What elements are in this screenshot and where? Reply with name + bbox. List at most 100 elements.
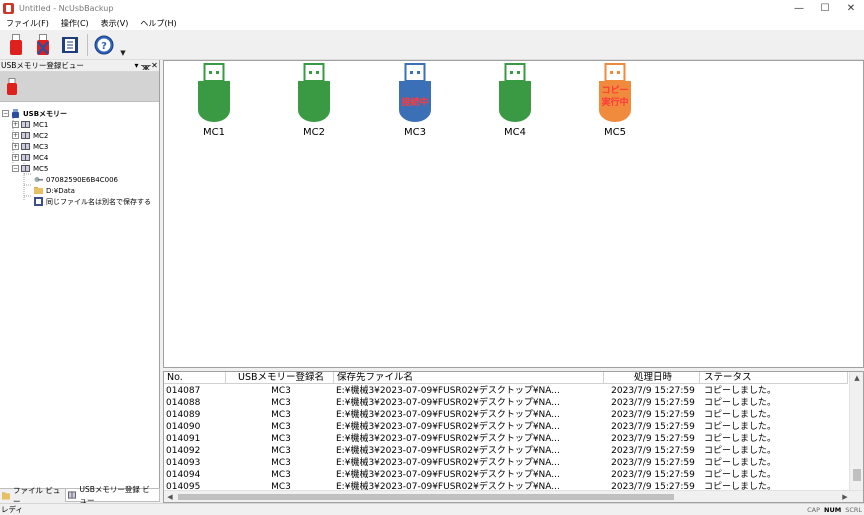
tree-item-label: MC5	[33, 164, 49, 173]
cell-usb-name: MC3	[271, 398, 291, 408]
table-row[interactable]: 014088 MC3 E:¥機械3¥2023-07-09¥FUSR02¥デスクトップ…	[164, 397, 848, 409]
cell-status: コピーしました。	[704, 434, 777, 444]
cell-datetime: 2023/7/9 15:27:59	[611, 422, 695, 432]
table-row[interactable]: 014090 MC3 E:¥機械3¥2023-07-09¥FUSR02¥デスクトップ…	[164, 421, 848, 433]
toolbar-separator	[87, 33, 88, 56]
table-row[interactable]: 014087 MC3 E:¥機械3¥2023-07-09¥FUSR02¥デスクトップ…	[164, 385, 848, 397]
cell-no: 014093	[166, 458, 201, 468]
cell-status: コピーしました。	[704, 422, 777, 432]
tree-item-folder[interactable]: D:¥Data	[0, 185, 159, 196]
tree-item-mc4[interactable]: + MC4	[0, 152, 159, 163]
cell-status: コピーしました。	[704, 470, 777, 480]
menu-help[interactable]: ヘルプ(H)	[134, 18, 182, 29]
column-header-usb-name[interactable]: USBメモリー登録名	[226, 372, 334, 384]
cell-no: 014090	[166, 422, 201, 432]
help-icon: ?	[94, 35, 114, 54]
device-mc3[interactable]: 接続中 MC3	[385, 63, 445, 138]
usb-drive-icon	[499, 63, 531, 122]
tree-root[interactable]: − USBメモリー	[0, 108, 159, 119]
table-row[interactable]: 014089 MC3 E:¥機械3¥2023-07-09¥FUSR02¥デスクトップ…	[164, 409, 848, 421]
scroll-left-icon[interactable]: ◀	[164, 491, 176, 502]
tree-item-mc3[interactable]: + MC3	[0, 141, 159, 152]
cell-no: 014087	[166, 386, 201, 396]
expand-icon[interactable]: +	[12, 132, 19, 139]
device-mc5[interactable]: コピー 実行中 MC5	[585, 63, 645, 138]
column-header-datetime[interactable]: 処理日時	[604, 372, 700, 384]
menu-bar: ファイル(F) 操作(C) 表示(V) ヘルプ(H)	[0, 17, 864, 30]
device-badge: 接続中	[401, 96, 428, 108]
help-button[interactable]: ?	[92, 33, 116, 57]
collapse-icon[interactable]: −	[12, 165, 19, 172]
toolbar-overflow-chevron-icon[interactable]: ▼	[119, 33, 127, 57]
expand-icon[interactable]: +	[12, 121, 19, 128]
scroll-thumb[interactable]	[178, 494, 674, 500]
cell-usb-name: MC3	[271, 386, 291, 396]
device-mc4[interactable]: MC4	[485, 63, 545, 138]
key-icon	[34, 177, 43, 182]
scroll-up-icon[interactable]: ▲	[850, 372, 863, 384]
device-icon	[21, 165, 30, 172]
expand-icon[interactable]: +	[12, 154, 19, 161]
vertical-scrollbar[interactable]: ▲	[849, 372, 863, 490]
cell-status: コピーしました。	[704, 386, 777, 396]
status-text: レディ	[1, 505, 23, 514]
device-label: MC4	[504, 127, 526, 138]
close-button[interactable]: ✕	[838, 0, 864, 17]
tree-item-mc5[interactable]: − MC5	[0, 163, 159, 174]
tree-item-option[interactable]: 同じファイル名は別名で保存する	[0, 196, 159, 207]
tree-item-label: MC4	[33, 153, 49, 162]
pane-close-icon[interactable]: ✕	[150, 61, 159, 70]
scroll-right-icon[interactable]: ▶	[839, 491, 851, 502]
indicator-scrl: SCRL	[845, 505, 862, 514]
device-label: MC1	[203, 127, 225, 138]
unregister-usb-button[interactable]	[31, 33, 55, 57]
usb-connected-icon: 接続中	[399, 63, 431, 122]
left-pane-tabs: ファイル ビュー USBメモリー登録 ビュー	[0, 485, 160, 506]
tab-usb-registration-view[interactable]: USBメモリー登録 ビュー	[65, 485, 160, 505]
folder-icon	[34, 187, 43, 194]
device-mc1[interactable]: MC1	[184, 63, 244, 138]
tree-item-label: 07082590E6B4C006	[46, 175, 119, 184]
window-title: Untitled - NcUsbBackup	[19, 4, 114, 13]
indicator-cap: CAP	[807, 505, 820, 514]
menu-operation[interactable]: 操作(C)	[55, 18, 95, 29]
horizontal-scrollbar[interactable]: ◀ ▶	[164, 490, 863, 502]
device-badge-line2: 実行中	[601, 96, 628, 108]
table-row[interactable]: 014093 MC3 E:¥機械3¥2023-07-09¥FUSR02¥デスクトップ…	[164, 457, 848, 469]
column-header-destination[interactable]: 保存先ファイル名	[334, 372, 604, 384]
cell-datetime: 2023/7/9 15:27:59	[611, 410, 695, 420]
log-list-header: No. USBメモリー登録名 保存先ファイル名 処理日時 ステータス	[164, 372, 848, 384]
tab-file-view[interactable]: ファイル ビュー	[0, 486, 65, 506]
cell-destination: E:¥機械3¥2023-07-09¥FUSR02¥デスクトップ¥NA...	[336, 446, 560, 456]
cell-destination: E:¥機械3¥2023-07-09¥FUSR02¥デスクトップ¥NA...	[336, 386, 560, 396]
usb-device-view: MC1 MC2 接続中 MC3 MC4 コピー 実行中 MC5	[163, 60, 864, 368]
device-mc2[interactable]: MC2	[284, 63, 344, 138]
cell-datetime: 2023/7/9 15:27:59	[611, 386, 695, 396]
tree-item-mc1[interactable]: + MC1	[0, 119, 159, 130]
menu-view[interactable]: 表示(V)	[95, 18, 135, 29]
register-usb-button[interactable]	[4, 33, 28, 57]
tree-item-mc2[interactable]: + MC2	[0, 130, 159, 141]
scroll-thumb[interactable]	[853, 469, 861, 481]
column-header-status[interactable]: ステータス	[700, 372, 848, 384]
table-row[interactable]: 014092 MC3 E:¥機械3¥2023-07-09¥FUSR02¥デスクトップ…	[164, 445, 848, 457]
expand-icon[interactable]: +	[12, 143, 19, 150]
maximize-button[interactable]: ☐	[812, 0, 838, 17]
menu-file[interactable]: ファイル(F)	[0, 18, 55, 29]
pane-title: USBメモリー登録ビュー	[1, 61, 84, 70]
device-icon	[21, 132, 30, 139]
table-row[interactable]: 014094 MC3 E:¥機械3¥2023-07-09¥FUSR02¥デスクトップ…	[164, 469, 848, 481]
minimize-button[interactable]: —	[786, 0, 812, 17]
collapse-icon[interactable]: −	[2, 110, 9, 117]
tree-item-serial[interactable]: 07082590E6B4C006	[0, 174, 159, 185]
pane-dropdown-icon[interactable]: ▾	[132, 61, 141, 70]
table-row[interactable]: 014091 MC3 E:¥機械3¥2023-07-09¥FUSR02¥デスクトップ…	[164, 433, 848, 445]
cell-datetime: 2023/7/9 15:27:59	[611, 446, 695, 456]
status-bar: レディ CAP NUM SCRL	[0, 503, 864, 515]
properties-button[interactable]	[58, 33, 82, 57]
usb-red-icon[interactable]	[6, 77, 18, 96]
pin-icon[interactable]: ᚘ	[141, 61, 151, 70]
log-list-body: 014087 MC3 E:¥機械3¥2023-07-09¥FUSR02¥デスクトップ…	[164, 385, 848, 493]
svg-text:?: ?	[101, 41, 107, 52]
column-header-no[interactable]: No.	[164, 372, 226, 384]
